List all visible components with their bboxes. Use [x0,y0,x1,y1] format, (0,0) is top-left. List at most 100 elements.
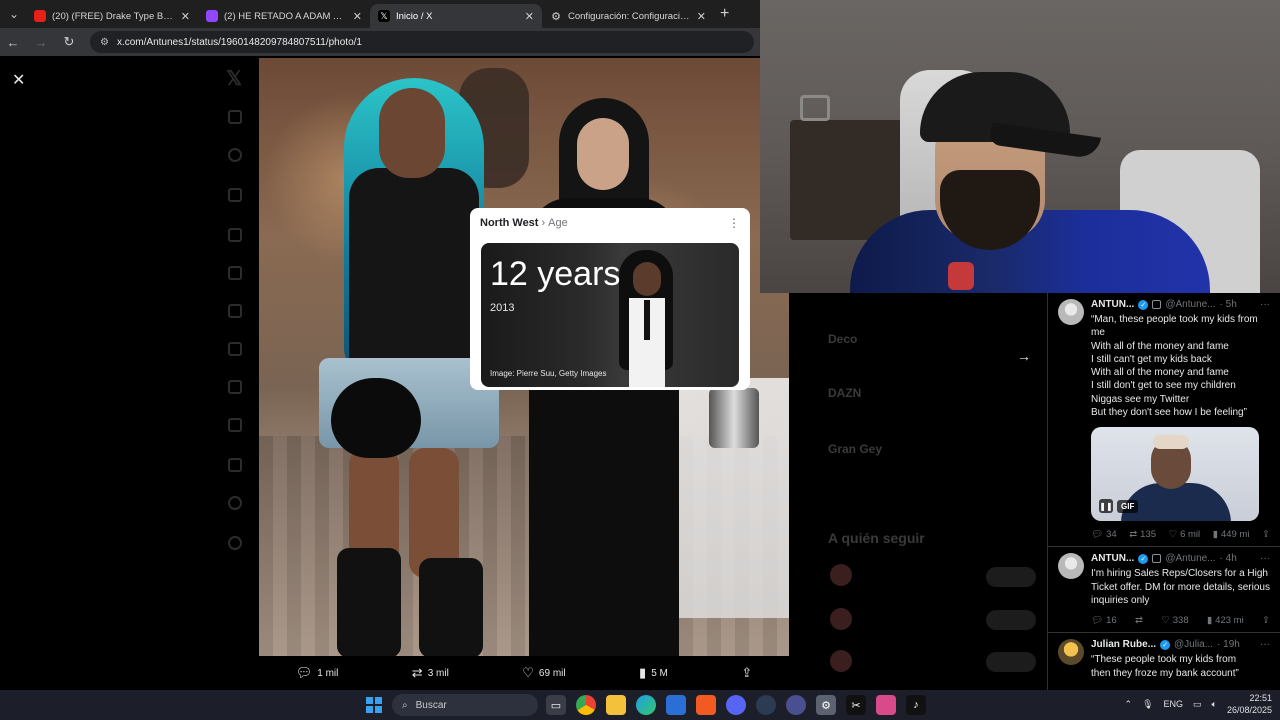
tweet-text: I'm hiring Sales Reps/Closers for a High… [1091,568,1270,606]
timestamp[interactable]: · 4h [1220,553,1237,564]
system-tray: ⌃ 🎙︎ ENG ▭ 🔈︎ 22:51 26/08/2025 [1125,692,1272,716]
display-name[interactable]: ANTUN... [1091,553,1134,564]
like-button[interactable]: ♡ 338 [1161,615,1188,626]
views-button[interactable]: ▮ 5 M [639,665,668,681]
card-header: North West › Age ⋮ [480,216,740,230]
close-tab-icon[interactable]: ✕ [525,10,534,23]
messages-icon [228,228,242,242]
pause-icon[interactable]: ❚❚ [1099,499,1113,514]
tab-search-chevron-icon[interactable]: ⌄ [2,2,26,26]
repost-button[interactable]: ⇄ 3 mil [412,665,449,681]
chrome-icon[interactable] [576,695,596,715]
volume-icon[interactable]: 🔈︎ [1212,699,1217,710]
more-options-icon[interactable]: ··· [1260,299,1270,310]
next-photo-arrow-icon[interactable]: → [1017,348,1031,364]
capcut-icon[interactable]: ✂ [846,695,866,715]
forward-arrow-icon[interactable]: → [34,35,48,50]
share-button[interactable]: ⇪ [741,665,752,681]
follow-button [986,610,1036,630]
handle[interactable]: @Antune... [1165,553,1215,564]
site-info-icon[interactable]: ⚙ [100,37,109,48]
streaming-app-icon[interactable] [876,695,896,715]
share-icon[interactable]: ⇪ [1262,529,1270,540]
edge-icon[interactable] [636,695,656,715]
reload-icon[interactable]: ↻ [62,34,76,50]
affiliate-badge-icon [1152,554,1162,564]
tweet-item[interactable]: ANTUN... ✓ @Antune... · 5h ··· “Man, the… [1048,293,1280,548]
taskbar-search-box[interactable]: ⌕ Buscar [392,694,538,716]
close-tab-icon[interactable]: ✕ [181,10,190,23]
tweet-gif[interactable]: ❚❚ GIF [1091,427,1259,522]
windows-start-icon[interactable] [366,697,382,713]
back-arrow-icon[interactable]: ← [6,35,20,50]
card-entity-name: North West [480,217,539,229]
repost-icon: ⇄ [1129,529,1138,541]
like-button[interactable]: ♡ 6 mil [1169,529,1201,540]
views-button[interactable]: ▮ 423 mi [1207,615,1244,626]
more-options-icon[interactable]: ··· [1260,553,1270,564]
x-logo-icon: 𝕏 [378,10,390,22]
views-button[interactable]: ▮ 449 mi [1213,529,1250,540]
verified-badge-icon: ✓ [1138,553,1149,564]
close-tab-icon[interactable]: ✕ [353,10,362,23]
browser-tab-settings[interactable]: ⚙ Configuración: Configuración d ✕ [542,4,714,28]
tweet-item[interactable]: Julian Rube... ✓ @Julia... · 19h ··· “Th… [1048,633,1280,686]
heart-icon: ♡ [522,665,534,680]
share-icon[interactable]: ⇪ [1262,615,1270,626]
settings-icon[interactable]: ⚙ [816,695,836,715]
like-count: 6 mil [1180,529,1201,541]
breadcrumb-separator: › [541,217,546,229]
verified-badge-icon: ✓ [1160,639,1171,650]
handle[interactable]: @Julia... [1174,639,1213,650]
card-attribute: Age [548,217,568,229]
clock[interactable]: 22:51 26/08/2025 [1227,692,1272,716]
task-view-icon[interactable]: ▭ [546,695,566,715]
language-indicator[interactable]: ENG [1164,699,1184,709]
more-options-icon[interactable]: ··· [1260,639,1270,650]
chevron-up-icon[interactable]: ⌃ [1125,699,1133,710]
avatar[interactable] [1058,299,1084,325]
microsoft-store-icon[interactable] [666,695,686,715]
new-tab-button[interactable]: + [720,5,729,23]
address-bar[interactable]: ⚙ x.com/Antunes1/status/1960148209784807… [90,31,754,53]
repost-button[interactable]: ⇄ 135 [1129,529,1156,540]
like-button[interactable]: ♡ 69 mil [522,665,565,681]
trend-item: Gran Gey [828,442,883,456]
close-tab-icon[interactable]: ✕ [697,10,706,23]
reply-button[interactable]: 💬︎ 34 [1091,529,1117,540]
tiktok-icon[interactable]: ♪ [906,695,926,715]
steam-icon[interactable] [756,695,776,715]
more-vertical-icon[interactable]: ⋮ [728,216,740,230]
avatar[interactable] [1058,639,1084,666]
youtube-icon [34,10,46,22]
timestamp[interactable]: · 5h [1220,299,1237,310]
network-icon[interactable]: ▭ [1193,699,1202,710]
reply-button[interactable]: 💬︎ 16 [1091,615,1117,626]
file-explorer-icon[interactable] [606,695,626,715]
avatar[interactable] [1058,553,1084,580]
browser-tab-twitch[interactable]: (2) HE RETADO A ADAM AZNO ✕ [198,4,370,28]
brave-icon[interactable] [696,695,716,715]
jobs-icon [228,342,242,356]
repost-icon: ⇄ [1134,615,1143,627]
trend-item: DAZN [828,386,862,400]
views-bar-chart-icon: ▮ [639,665,647,680]
reply-button[interactable]: 💬︎ 1 mil [296,665,339,681]
microphone-icon[interactable]: 🎙︎ [1142,699,1153,710]
gear-icon: ⚙ [551,10,561,23]
age-value: 12 years [490,255,621,293]
timestamp[interactable]: · 19h [1217,639,1240,650]
browser-tab-x[interactable]: 𝕏 Inicio / X ✕ [370,4,542,28]
close-photo-icon[interactable]: ✕ [12,70,25,90]
tweet-item[interactable]: ANTUN... ✓ @Antune... · 4h ··· I'm hirin… [1048,547,1280,634]
discord-icon[interactable] [726,695,746,715]
display-name[interactable]: Julian Rube... [1091,639,1156,650]
game-launcher-icon[interactable] [786,695,806,715]
repost-button[interactable]: ⇄ [1135,615,1143,626]
tweet-header: ANTUN... ✓ @Antune... · 4h ··· [1091,553,1270,564]
like-count: 338 [1172,615,1189,627]
browser-tab-youtube[interactable]: (20) (FREE) Drake Type Beat - "I ✕ [26,4,198,28]
display-name[interactable]: ANTUN... [1091,299,1134,310]
windows-taskbar: ⌕ Buscar ▭ ⚙ ✂ ♪ ⌃ 🎙︎ ENG ▭ 🔈︎ 22:51 26/… [0,690,1280,720]
handle[interactable]: @Antune... [1165,299,1215,310]
